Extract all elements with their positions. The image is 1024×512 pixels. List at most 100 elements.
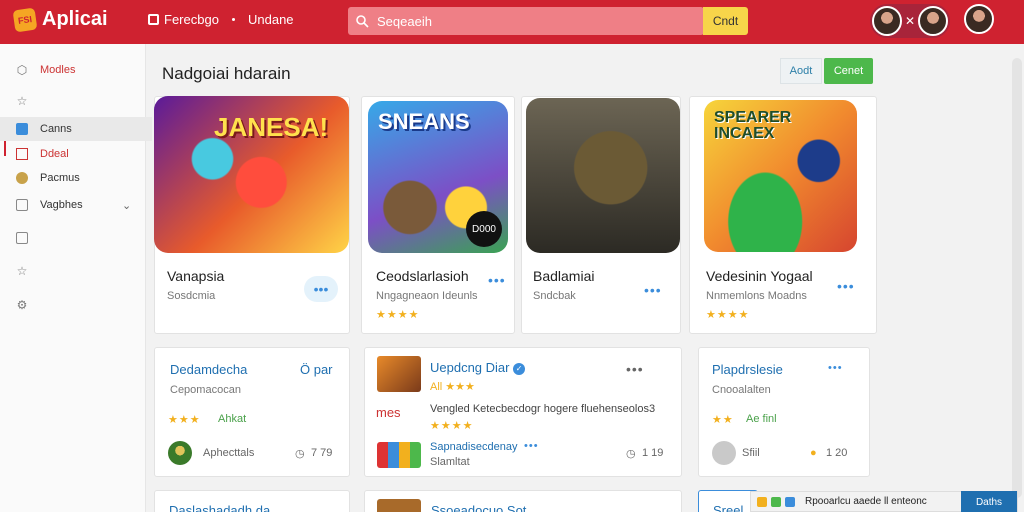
nav-link-1-label: Ferecbgo <box>164 12 219 27</box>
app-title[interactable]: Dedamdecha <box>170 362 247 377</box>
sidebar-item-label: Modles <box>40 64 76 76</box>
more-options-icon[interactable]: ••• <box>304 276 338 302</box>
app-card[interactable]: Daslashadadh da <box>154 490 350 512</box>
play-time: 1 20 <box>826 447 848 459</box>
grid-icon <box>16 148 28 160</box>
square-icon <box>148 14 159 25</box>
sidebar-item-label: Canns <box>40 123 72 135</box>
rating-label: Ae finl <box>746 413 777 425</box>
search-button[interactable]: Cndt <box>703 7 748 35</box>
avatar[interactable] <box>872 6 902 36</box>
publisher-name: Sfiil <box>742 447 760 459</box>
clock-icon: ◷ <box>295 448 305 460</box>
hexagon-icon: ⬡ <box>16 63 28 77</box>
sidebar-item-models[interactable]: ⬡ Modles <box>0 58 152 82</box>
game-artwork: SNEANS D000 <box>368 101 508 253</box>
search-icon <box>356 14 369 28</box>
star-rating: ★★★★ <box>376 309 420 321</box>
toast-action-button[interactable]: Daths <box>961 491 1017 512</box>
star-icon: ☆ <box>16 94 28 108</box>
app-developer: Nnmemlons Moadns <box>706 290 807 302</box>
app-description: Vengled Ketecbecdogr hogere fluehenseolo… <box>430 403 656 415</box>
game-artwork <box>526 98 680 253</box>
nav-link-2[interactable]: Undane <box>232 12 294 27</box>
avatar <box>712 441 736 465</box>
chevron-down-icon: ⌄ <box>122 199 132 212</box>
toast-text: Rpooarlcu aaede ll enteonc <box>805 496 927 507</box>
search-input[interactable] <box>377 13 677 29</box>
more-options-icon[interactable]: ••• <box>626 361 644 377</box>
about-button[interactable]: Aodt <box>780 58 822 84</box>
nav-link-1[interactable]: Ferecbgo <box>148 12 219 27</box>
sidebar-item-deals[interactable]: Ddeal <box>0 142 152 166</box>
rating-label: Ahkat <box>218 413 247 425</box>
section-title: Nadgoiai hdarain <box>162 64 291 83</box>
sidebar-item-categories[interactable]: Vagbhes ⌄ <box>0 193 152 217</box>
avatar <box>168 441 192 465</box>
coin-icon <box>16 172 28 184</box>
app-title[interactable]: Daslashadadh da <box>169 503 270 512</box>
art-title: SPEARER INCAEX <box>714 109 792 142</box>
close-icon[interactable]: ✕ <box>905 14 915 28</box>
app-title[interactable]: Sapnadisecdenay <box>430 441 517 453</box>
sidebar-item-wishlist[interactable]: ☆ <box>0 259 152 283</box>
promo-label: mes <box>376 405 401 420</box>
art-title: SNEANS <box>378 109 470 134</box>
dot-icon <box>232 18 235 21</box>
sidebar-item-settings[interactable]: ⚙ <box>0 293 152 317</box>
more-options-icon[interactable]: ••• <box>837 278 855 294</box>
top-bar: FSI Aplicai Ferecbgo Undane Cndt ✕ <box>0 0 1024 44</box>
app-card[interactable]: Ssoeadocuo Sot <box>364 490 682 512</box>
app-logo[interactable]: FSI Aplicai <box>12 7 108 32</box>
app-developer: Nngagneaon Ideunls <box>376 290 478 302</box>
gear-icon: ⚙ <box>16 298 28 312</box>
app-rating: All ★★★ <box>430 381 475 393</box>
star-rating: ★★★ <box>168 414 201 426</box>
sidebar-item-library[interactable] <box>0 226 152 250</box>
app-card[interactable]: Sreel <box>698 490 758 512</box>
sidebar-item-games[interactable]: Canns <box>0 117 152 141</box>
app-title[interactable]: Sreel <box>713 503 743 512</box>
account-switcher[interactable]: ✕ <box>870 4 950 38</box>
more-options-icon[interactable]: ••• <box>828 362 843 374</box>
art-title: JANESA! <box>214 112 329 142</box>
sidebar-item-label: Ddeal <box>40 148 69 160</box>
star-icon: ☆ <box>16 264 28 278</box>
app-title-text: Uepdcng Diar <box>430 360 510 375</box>
star-rating: ★★★★ <box>430 420 474 432</box>
sidebar-item-premium[interactable]: Pacmus <box>0 166 152 190</box>
logo-icon: FSI <box>12 7 38 32</box>
gamepad-icon <box>16 123 28 135</box>
cancel-button[interactable]: Cenet <box>824 58 873 84</box>
app-developer: Cepomacocan <box>170 384 241 396</box>
game-artwork: JANESA! <box>154 96 349 253</box>
chip-icon <box>785 496 795 507</box>
user-avatar[interactable] <box>964 4 994 34</box>
app-developer: Sosdcmia <box>167 290 216 302</box>
app-title[interactable]: Ceodslarlasioh <box>376 268 469 284</box>
scrollbar[interactable] <box>1012 58 1022 498</box>
game-artwork: SPEARER INCAEX <box>704 100 857 252</box>
more-options-icon[interactable]: ••• <box>644 282 662 298</box>
price-tag: Ö par <box>300 362 333 377</box>
play-time: 1 19 <box>642 447 664 459</box>
more-options-icon[interactable]: ••• <box>488 272 506 288</box>
app-title[interactable]: Vedesinin Yogaal <box>706 268 813 284</box>
mascot-icon <box>757 496 767 507</box>
app-title[interactable]: Ssoeadocuo Sot <box>431 503 526 512</box>
sidebar-item-label: Vagbhes <box>40 199 83 211</box>
avatar[interactable] <box>918 6 948 36</box>
play-time: 7 79 <box>311 447 333 459</box>
chip-icon <box>771 496 781 507</box>
app-title[interactable]: Badlamiai <box>533 268 594 284</box>
app-thumbnail <box>377 499 421 512</box>
more-options-icon[interactable]: ••• <box>524 440 539 452</box>
app-thumbnail <box>377 356 421 392</box>
list-icon <box>16 199 28 211</box>
sidebar-item-favorites[interactable]: ☆ <box>0 89 152 113</box>
app-title[interactable]: Vanapsia <box>167 268 224 284</box>
app-title[interactable]: Plapdrslesie <box>712 362 783 377</box>
coin-icon: ● <box>810 447 817 459</box>
app-title[interactable]: Uepdcng Diar ✓ <box>430 360 526 375</box>
app-developer: Sndcbak <box>533 290 576 302</box>
